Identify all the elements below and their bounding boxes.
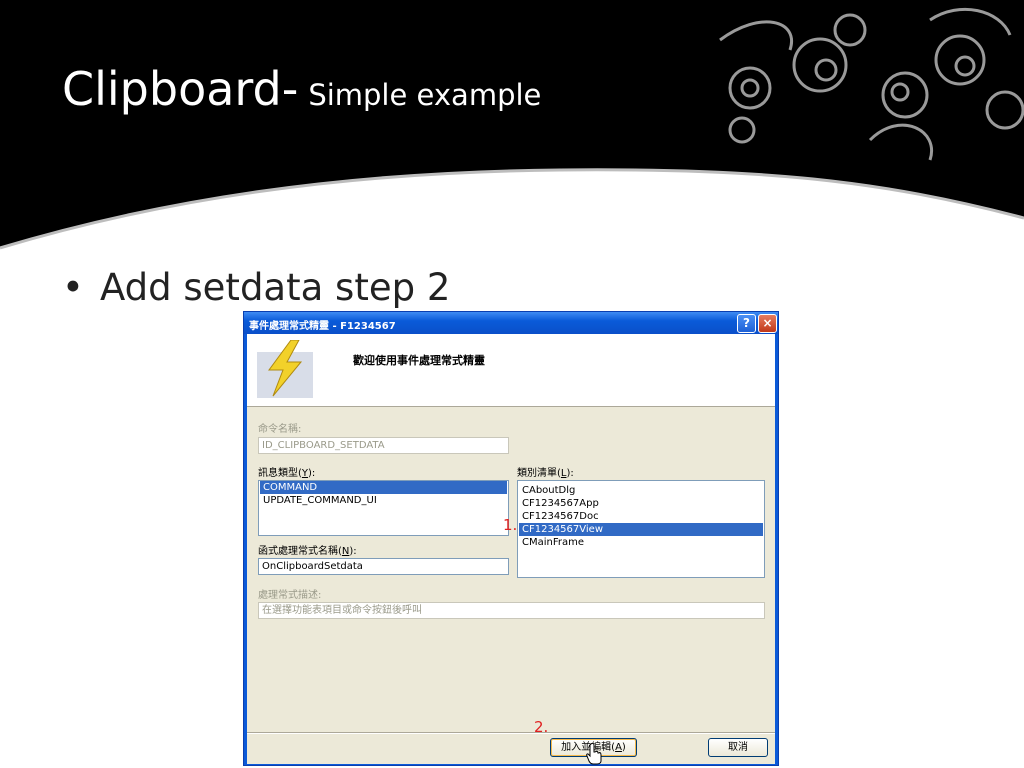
bullet-item: • Add setdata step 2 [62, 266, 450, 309]
class-list[interactable]: CAboutDlg CF1234567App CF1234567Doc CF12… [517, 480, 765, 578]
button-separator [247, 732, 775, 734]
description-field: 在選擇功能表項目或命令按鈕後呼叫 [258, 602, 765, 619]
handler-name-label: 函式處理常式名稱(N): [258, 546, 357, 557]
slide-title-main: Clipboard- [62, 62, 299, 116]
bullet-point-icon: • [62, 266, 84, 309]
dialog-client-area: 歡迎使用事件處理常式精靈 命令名稱: ID_CLIPBOARD_SETDATA … [247, 334, 775, 764]
step-1-marker: 1. [503, 516, 518, 534]
class-list-label: 類別清單(L): [517, 468, 574, 479]
lightning-bolt-icon [257, 340, 313, 398]
list-item[interactable]: CF1234567Doc [519, 510, 763, 523]
message-type-list[interactable]: COMMAND UPDATE_COMMAND_UI [258, 480, 509, 536]
slide-title-sub: Simple example [308, 78, 542, 112]
list-item[interactable]: CAboutDlg [519, 484, 763, 497]
list-item[interactable]: CMainFrame [519, 536, 763, 549]
list-item[interactable]: COMMAND [260, 481, 507, 494]
description-label: 處理常式描述: [258, 590, 322, 601]
command-name-label: 命令名稱: [258, 424, 302, 435]
hand-cursor-icon [586, 743, 602, 765]
dialog-titlebar[interactable]: 事件處理常式精靈 - F1234567 ? × [244, 312, 778, 334]
header-background [0, 0, 1024, 250]
step-2-marker: 2. [534, 718, 549, 736]
bullet-text: Add setdata step 2 [100, 266, 451, 309]
list-item[interactable]: CF1234567View [519, 523, 763, 536]
slide-header: Clipboard- Simple example [0, 0, 1024, 260]
wizard-banner: 歡迎使用事件處理常式精靈 [247, 334, 775, 407]
handler-name-field[interactable]: OnClipboardSetdata [258, 558, 509, 575]
dialog-title: 事件處理常式精靈 - F1234567 [249, 321, 396, 332]
close-button[interactable]: × [758, 314, 777, 333]
message-type-label: 訊息類型(Y): [258, 468, 316, 479]
command-name-field: ID_CLIPBOARD_SETDATA [258, 437, 509, 454]
list-item[interactable]: UPDATE_COMMAND_UI [260, 494, 507, 507]
slide-title: Clipboard- Simple example [62, 62, 541, 116]
list-item[interactable]: CF1234567App [519, 497, 763, 510]
cancel-button[interactable]: 取消 [708, 738, 768, 757]
welcome-text: 歡迎使用事件處理常式精靈 [353, 354, 485, 367]
event-handler-wizard-dialog: 事件處理常式精靈 - F1234567 ? × 歡迎使用事件處理常式精靈 命令名… [243, 311, 779, 766]
help-button[interactable]: ? [737, 314, 756, 333]
